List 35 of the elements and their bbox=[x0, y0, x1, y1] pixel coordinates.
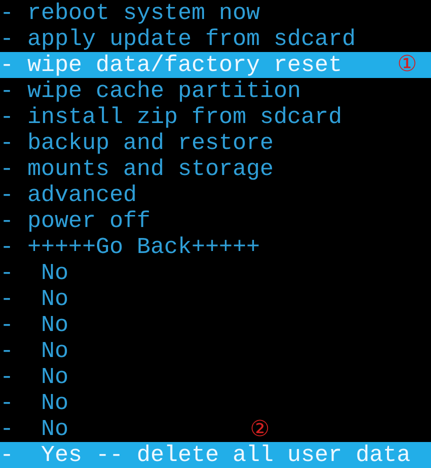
menu-item-label: - power off bbox=[0, 208, 150, 234]
menu-item[interactable]: - power off bbox=[0, 208, 431, 234]
menu-item[interactable]: - No ② bbox=[0, 416, 431, 442]
menu-item-label: - No bbox=[0, 286, 68, 312]
menu-item[interactable]: - mounts and storage bbox=[0, 156, 431, 182]
annotation-number: ② bbox=[250, 418, 270, 442]
menu-item[interactable]: - +++++Go Back+++++ bbox=[0, 234, 431, 260]
menu-item[interactable]: - No bbox=[0, 260, 431, 286]
menu-item-label: - +++++Go Back+++++ bbox=[0, 234, 260, 260]
menu-item-label: - install zip from sdcard bbox=[0, 104, 342, 130]
menu-item[interactable]: - advanced bbox=[0, 182, 431, 208]
menu-item-label: - backup and restore bbox=[0, 130, 274, 156]
menu-item-label: - No bbox=[0, 416, 68, 442]
menu-item[interactable]: - No bbox=[0, 286, 431, 312]
menu-item[interactable]: - wipe cache partition bbox=[0, 78, 431, 104]
menu-item-label: - wipe data/factory reset bbox=[0, 52, 342, 78]
menu-item-label: - wipe cache partition bbox=[0, 78, 301, 104]
annotation-number: ① bbox=[397, 53, 417, 77]
menu-item-label: - No bbox=[0, 338, 68, 364]
menu-item-label: - No bbox=[0, 260, 68, 286]
menu-item-label: - apply update from sdcard bbox=[0, 26, 356, 52]
menu-item[interactable]: - No bbox=[0, 338, 431, 364]
menu-item-label: - mounts and storage bbox=[0, 156, 274, 182]
menu-item[interactable]: - backup and restore bbox=[0, 130, 431, 156]
menu-item[interactable]: - No bbox=[0, 312, 431, 338]
menu-item[interactable]: - reboot system now bbox=[0, 0, 431, 26]
menu-item[interactable]: - apply update from sdcard bbox=[0, 26, 431, 52]
menu-item-label: - No bbox=[0, 312, 68, 338]
menu-item-label: - advanced bbox=[0, 182, 137, 208]
menu-item[interactable]: - install zip from sdcard bbox=[0, 104, 431, 130]
menu-item-label: - reboot system now bbox=[0, 0, 260, 26]
menu-item[interactable]: - No bbox=[0, 390, 431, 416]
menu-item-label: - No bbox=[0, 390, 68, 416]
menu-item[interactable]: - No bbox=[0, 364, 431, 390]
menu-item-label: - No bbox=[0, 364, 68, 390]
